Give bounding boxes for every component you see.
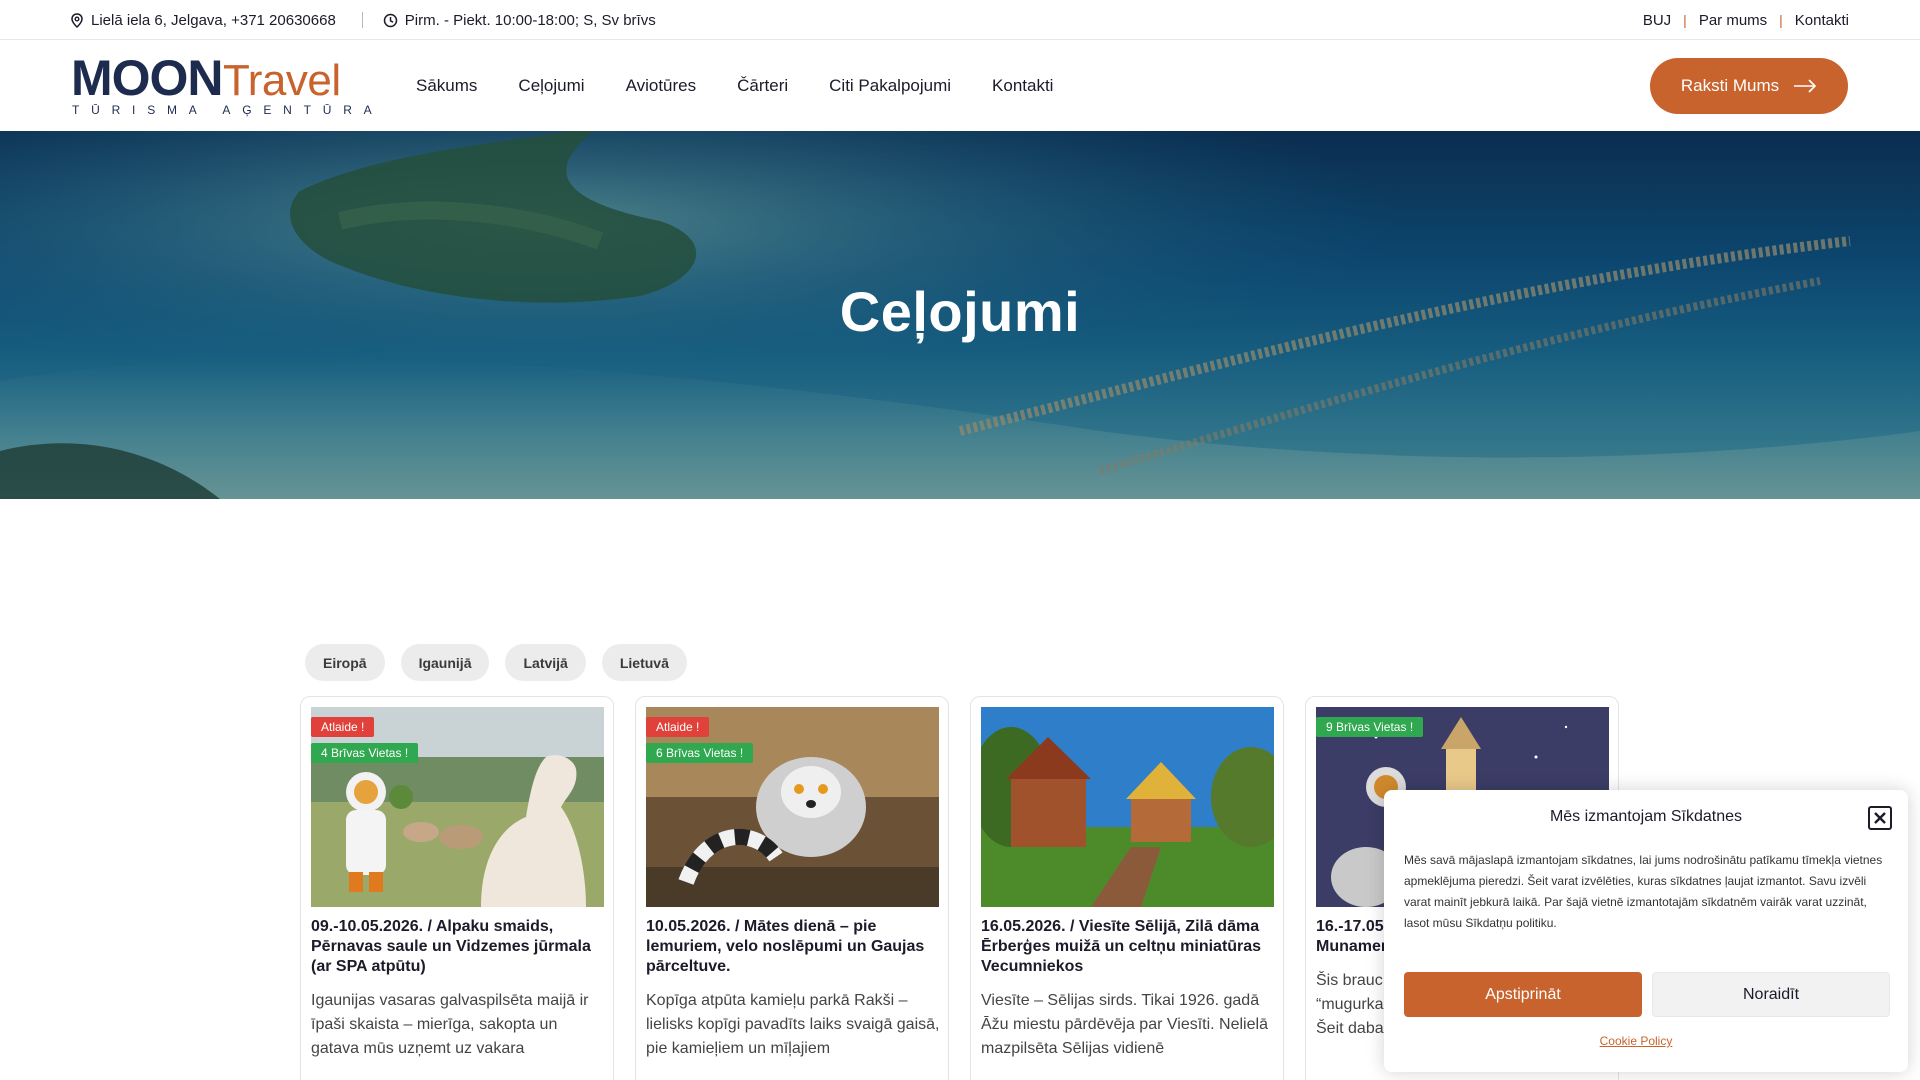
nav-item-travels[interactable]: Ceļojumi: [518, 76, 584, 96]
top-link-contacts[interactable]: Kontakti: [1795, 12, 1849, 29]
address-text: Lielā iela 6, Jelgava, +371 20630668: [91, 11, 336, 29]
close-button[interactable]: [1868, 806, 1892, 830]
page-title: Ceļojumi: [839, 280, 1081, 343]
location-pin-icon: [71, 12, 83, 28]
logo-brand-accent: Travel: [223, 56, 341, 105]
nav-item-other-services[interactable]: Citi Pakalpojumi: [829, 76, 951, 96]
site-logo[interactable]: MOON Travel TŪRISMA AĢENTŪRA: [71, 50, 372, 119]
cookie-title: Mēs izmantojam Sīkdatnes: [1549, 808, 1743, 825]
card-badges: Atlaide ! 6 Brīvas Vietas !: [646, 717, 754, 763]
tour-excerpt: Viesīte – Sēlijas sirds. Tikai 1926. gad…: [981, 992, 1268, 1057]
deny-cookies-button[interactable]: Noraidīt: [1652, 972, 1890, 1017]
nav-item-contacts[interactable]: Kontakti: [992, 76, 1053, 96]
cookie-consent-dialog: Mēs izmantojam Sīkdatnes Mēs savā mājasl…: [1384, 790, 1908, 1072]
tour-title[interactable]: 10.05.2026. / Mātes dienā – pie lemuriem…: [646, 917, 942, 977]
top-info-bar: Lielā iela 6, Jelgava, +371 20630668 Pir…: [0, 0, 1920, 40]
write-us-button[interactable]: Raksti Mums: [1650, 58, 1848, 114]
seats-badge: 9 Brīvas Vietas !: [1316, 717, 1424, 737]
contact-info: Lielā iela 6, Jelgava, +371 20630668 Pir…: [70, 0, 656, 40]
close-icon: [1874, 812, 1886, 824]
nav-item-flights[interactable]: Aviotūres: [626, 76, 697, 96]
divider: [361, 12, 363, 28]
card-badges: 9 Brīvas Vietas !: [1316, 717, 1424, 737]
top-links: BUJ | Par mums | Kontakti: [1643, 0, 1849, 40]
category-filters: Eiropā Igaunijā Latvijā Lietuvā: [305, 644, 687, 681]
nav-item-charters[interactable]: Čārteri: [737, 76, 788, 96]
clock-icon: [383, 13, 398, 27]
nav-item-home[interactable]: Sākums: [416, 76, 477, 96]
logo-tagline: TŪRISMA AĢENTŪRA: [72, 103, 384, 117]
address-item: Lielā iela 6, Jelgava, +371 20630668: [70, 12, 336, 29]
write-us-label: Raksti Mums: [1680, 76, 1780, 95]
divider: |: [1779, 12, 1783, 28]
tour-card[interactable]: Atlaide ! 4 Brīvas Vietas ! 09.-10.05.20…: [300, 696, 614, 1080]
discount-badge: Atlaide !: [646, 717, 710, 737]
tour-title[interactable]: 16.05.2026. / Viesīte Sēlijā, Zilā dāma …: [981, 917, 1277, 977]
tour-card[interactable]: 16.05.2026. / Viesīte Sēlijā, Zilā dāma …: [970, 696, 1284, 1080]
tour-excerpt: Kopīga atpūta kamieļu parkā Rakši – liel…: [646, 992, 940, 1057]
hours-text: Pirm. - Piekt. 10:00-18:00; S, Sv brīvs: [404, 11, 656, 29]
tour-excerpt: Igaunijas vasaras galvaspilsēta maijā ir…: [311, 992, 589, 1057]
divider: |: [1683, 12, 1687, 28]
seats-badge: 4 Brīvas Vietas !: [311, 743, 419, 763]
filter-latvia[interactable]: Latvijā: [505, 644, 586, 681]
tour-image-wooden-houses[interactable]: [981, 707, 1274, 907]
accept-cookies-button[interactable]: Apstiprināt: [1404, 972, 1642, 1017]
tour-card[interactable]: Atlaide ! 6 Brīvas Vietas ! 10.05.2026. …: [635, 696, 949, 1080]
cookie-policy-link[interactable]: Cookie Policy: [1384, 1034, 1888, 1048]
arrow-right-icon: [1794, 79, 1817, 93]
filter-europe[interactable]: Eiropā: [305, 644, 385, 681]
filter-lithuania[interactable]: Lietuvā: [601, 644, 687, 681]
logo-brand-main: MOON: [71, 50, 224, 106]
filter-estonia[interactable]: Igaunijā: [400, 644, 490, 681]
tour-title[interactable]: 09.-10.05.2026. / Alpaku smaids, Pērnava…: [311, 917, 607, 977]
hours-item: Pirm. - Piekt. 10:00-18:00; S, Sv brīvs: [383, 12, 656, 29]
hero-banner: Ceļojumi: [0, 131, 1920, 499]
site-header: MOON Travel TŪRISMA AĢENTŪRA Sākums Ceļo…: [0, 40, 1920, 131]
card-badges: Atlaide ! 4 Brīvas Vietas !: [311, 717, 419, 763]
cookie-text: Mēs savā mājaslapā izmantojam sīkdatnes,…: [1404, 853, 1883, 930]
seats-badge: 6 Brīvas Vietas !: [646, 743, 754, 763]
main-nav: Sākums Ceļojumi Aviotūres Čārteri Citi P…: [416, 40, 1094, 131]
discount-badge: Atlaide !: [311, 717, 375, 737]
top-link-about[interactable]: Par mums: [1699, 12, 1767, 29]
top-link-faq[interactable]: BUJ: [1643, 12, 1671, 29]
